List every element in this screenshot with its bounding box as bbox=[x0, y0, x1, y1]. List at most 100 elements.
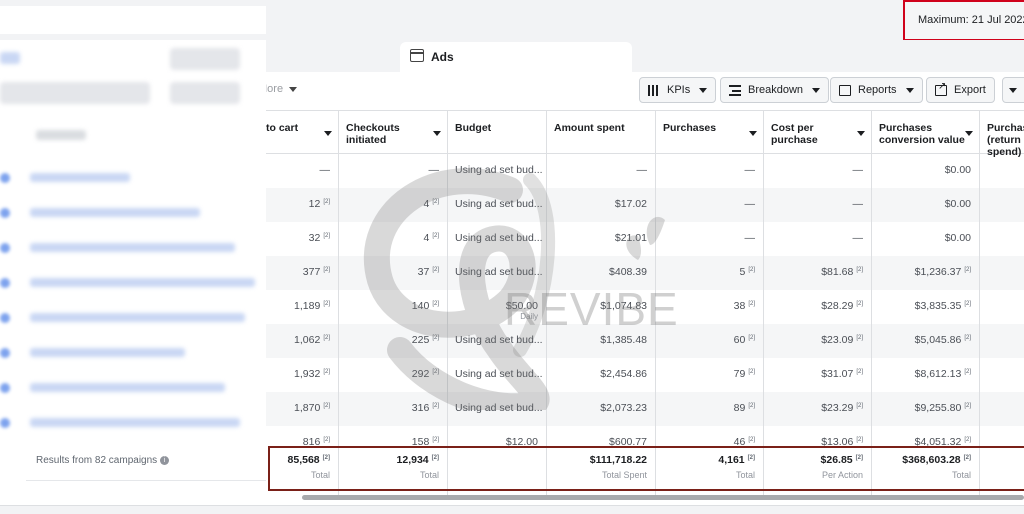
table-row[interactable]: 37 [2] bbox=[339, 256, 447, 290]
table-row[interactable]: — bbox=[656, 222, 763, 256]
table-row[interactable]: $28.29 [2] bbox=[764, 290, 871, 324]
table-row[interactable]: Using ad set bud... bbox=[448, 358, 546, 392]
table-row[interactable]: 38 [2] bbox=[656, 290, 763, 324]
table-row[interactable]: 316 [2] bbox=[339, 392, 447, 426]
date-range-picker[interactable]: Maximum: 21 Jul 2022 bbox=[903, 0, 1024, 41]
sort-icon[interactable] bbox=[433, 131, 441, 136]
table-row[interactable]: 89 [2] bbox=[656, 392, 763, 426]
table-row[interactable]: 4 [2] bbox=[339, 222, 447, 256]
reports-button[interactable]: Reports bbox=[830, 77, 923, 103]
reference-marker: [2] bbox=[432, 232, 439, 239]
table-row[interactable]: Using ad set bud... bbox=[448, 222, 546, 256]
table-row[interactable]: $0.00 bbox=[872, 222, 979, 256]
table-cell: $17.02 bbox=[615, 198, 647, 210]
table-row[interactable]: 1,062 [2] bbox=[266, 324, 338, 358]
sort-icon[interactable] bbox=[965, 131, 973, 136]
table-row[interactable]: Using ad set bud... bbox=[448, 392, 546, 426]
table-row[interactable] bbox=[980, 154, 1024, 188]
export-button[interactable]: Export bbox=[926, 77, 995, 103]
breakdown-button[interactable]: Breakdown bbox=[720, 77, 830, 103]
table-row[interactable] bbox=[980, 358, 1024, 392]
table-row[interactable]: — bbox=[764, 188, 871, 222]
table-row[interactable]: 1,932 [2] bbox=[266, 358, 338, 392]
table-row[interactable]: — bbox=[547, 154, 655, 188]
table-row[interactable]: $1,385.48 bbox=[547, 324, 655, 358]
table-row[interactable] bbox=[980, 256, 1024, 290]
table-row[interactable]: $1,236.37 [2] bbox=[872, 256, 979, 290]
table-row[interactable]: $408.39 bbox=[547, 256, 655, 290]
table-row[interactable]: — bbox=[656, 154, 763, 188]
search-bar[interactable] bbox=[0, 6, 266, 34]
table-row[interactable]: $17.02 bbox=[547, 188, 655, 222]
table-row[interactable]: Using ad set bud... bbox=[448, 188, 546, 222]
table-row[interactable]: $1,074.83 bbox=[547, 290, 655, 324]
scrollbar-thumb[interactable] bbox=[302, 495, 1024, 500]
table-row[interactable]: 4 [2] bbox=[339, 188, 447, 222]
table-row[interactable]: $81.68 [2] bbox=[764, 256, 871, 290]
sort-icon[interactable] bbox=[324, 131, 332, 136]
sort-icon[interactable] bbox=[749, 131, 757, 136]
reference-marker: [2] bbox=[856, 436, 863, 443]
table-row[interactable]: 1,870 [2] bbox=[266, 392, 338, 426]
column-header-cart[interactable]: to cart bbox=[266, 110, 338, 154]
table-row[interactable]: $2,454.86 bbox=[547, 358, 655, 392]
table-row[interactable]: $9,255.80 [2] bbox=[872, 392, 979, 426]
table-row[interactable]: $5,045.86 [2] bbox=[872, 324, 979, 358]
table-row[interactable] bbox=[980, 290, 1024, 324]
table-row[interactable] bbox=[980, 188, 1024, 222]
table-row[interactable]: $31.07 [2] bbox=[764, 358, 871, 392]
table-row[interactable]: — bbox=[764, 154, 871, 188]
table-row[interactable]: 60 [2] bbox=[656, 324, 763, 358]
cell-value: 37 bbox=[417, 266, 430, 278]
table-row[interactable]: — bbox=[764, 222, 871, 256]
table-row[interactable] bbox=[980, 324, 1024, 358]
table-row[interactable] bbox=[980, 222, 1024, 256]
column-header-budget[interactable]: Budget bbox=[448, 110, 546, 154]
table-row[interactable]: $23.29 [2] bbox=[764, 392, 871, 426]
column-header-roas[interactable]: Purchas (return o spend) bbox=[980, 110, 1024, 158]
table-row[interactable]: $8,612.13 [2] bbox=[872, 358, 979, 392]
table-row[interactable]: — bbox=[266, 154, 338, 188]
table-row[interactable]: $50.00 Daily bbox=[448, 290, 546, 324]
table-row[interactable]: Using ad set bud... bbox=[448, 324, 546, 358]
table-row[interactable]: Using ad set bud... bbox=[448, 154, 546, 188]
horizontal-scrollbar[interactable] bbox=[266, 494, 1024, 502]
column-header-purchases[interactable]: Purchases bbox=[656, 110, 763, 154]
more-options-button[interactable] bbox=[1002, 77, 1024, 103]
column-header-checkouts[interactable]: Checkouts initiated bbox=[339, 110, 447, 154]
reference-marker: [2] bbox=[963, 454, 971, 461]
cell-value: 292 bbox=[411, 368, 430, 380]
table-row[interactable]: 32 [2] bbox=[266, 222, 338, 256]
table-cell: $3,835.35 [2] bbox=[915, 300, 971, 312]
table-row[interactable]: — bbox=[339, 154, 447, 188]
table-row[interactable]: $21.01 bbox=[547, 222, 655, 256]
column-header-spent[interactable]: Amount spent bbox=[547, 110, 655, 154]
table-row[interactable]: $3,835.35 [2] bbox=[872, 290, 979, 324]
table-row[interactable]: $2,073.23 bbox=[547, 392, 655, 426]
table-row[interactable]: 12 [2] bbox=[266, 188, 338, 222]
sort-icon[interactable] bbox=[857, 131, 865, 136]
table-row[interactable]: 140 [2] bbox=[339, 290, 447, 324]
table-row[interactable]: $0.00 bbox=[872, 188, 979, 222]
cell-value: $50.00 bbox=[505, 300, 538, 312]
table-row[interactable]: Using ad set bud... bbox=[448, 256, 546, 290]
info-icon[interactable]: i bbox=[160, 455, 170, 465]
table-row[interactable]: 292 [2] bbox=[339, 358, 447, 392]
column-header-pcv[interactable]: Purchases conversion value bbox=[872, 110, 979, 154]
total-value: 85,568 [2] bbox=[288, 454, 330, 466]
table-row[interactable] bbox=[980, 392, 1024, 426]
table-row[interactable]: $23.09 [2] bbox=[764, 324, 871, 358]
table-row[interactable]: 1,189 [2] bbox=[266, 290, 338, 324]
table-row[interactable]: 79 [2] bbox=[656, 358, 763, 392]
table-row[interactable]: 225 [2] bbox=[339, 324, 447, 358]
tab-ads[interactable]: Ads bbox=[400, 42, 632, 74]
table-row[interactable]: — bbox=[656, 188, 763, 222]
table-row[interactable]: $0.00 bbox=[872, 154, 979, 188]
table-row[interactable]: 377 [2] bbox=[266, 256, 338, 290]
kpis-button[interactable]: KPIs bbox=[639, 77, 717, 103]
reference-marker: [2] bbox=[322, 454, 330, 461]
column-header-label: Purchases conversion value bbox=[879, 122, 965, 146]
table-row[interactable]: 5 [2] bbox=[656, 256, 763, 290]
breakdown-icon bbox=[729, 84, 741, 96]
column-header-cpp[interactable]: Cost per purchase bbox=[764, 110, 871, 154]
